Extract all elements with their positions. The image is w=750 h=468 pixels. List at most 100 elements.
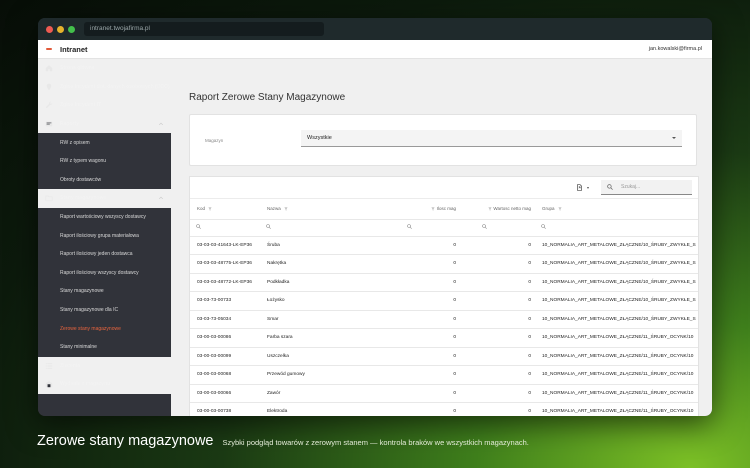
column-header-grupa[interactable]: Grupa [535, 199, 698, 220]
table-cell-grupa: 10_NORMALIA_ART_METALOWE_ZŁĄCZNE/11_ŚRUB… [535, 365, 698, 385]
table-row[interactable]: 03-00-03-00099 Uszczelka 0 0 10_NORMALIA_ART… [190, 347, 698, 366]
search-icon [482, 224, 487, 229]
column-header-label: Kod [197, 206, 206, 212]
search-icon [407, 224, 412, 229]
table-row[interactable]: 03-00-03-00086 Farba szara 0 0 10_NORMALIA_A… [190, 328, 698, 348]
filter-panel: Magazyn Wszystkie [189, 114, 697, 166]
user-email[interactable]: jan.kowalski@firma.pl [649, 46, 702, 52]
browser-titlebar: intranet.twojafirma.pl [38, 18, 712, 40]
sidebar-item-raport-wartosciowy-wszyscy-dostawcy[interactable]: Raport wartościowy wszyscy dostawcy [38, 208, 171, 227]
minimize-window-button[interactable] [57, 25, 64, 33]
sidebar-item-raport-ilosciowy-wszyscy-dostawcy[interactable]: Raport ilościowy wszyscy dostawcy [38, 264, 171, 283]
close-window-button[interactable] [46, 25, 53, 33]
sidebar-item-stany-minimalne[interactable]: Stany minimalne [38, 338, 171, 357]
column-header-wartosc-netto-mag[interactable]: Wartosc netto mag [460, 199, 535, 220]
filter-icon[interactable] [431, 207, 436, 211]
table-row[interactable]: 03-03-03-48775-LK-EP36 Nakrętka 0 0 10_NORMA… [190, 254, 698, 274]
filter-icon[interactable] [284, 207, 288, 211]
column-filter-wartosc-netto-mag[interactable] [460, 219, 535, 237]
sidebar-item-label: Strona główna [60, 65, 95, 72]
table-cell-wartosc-netto-mag: 0 [460, 273, 535, 292]
sidebar-item-strona-glowna[interactable]: Strona główna [38, 59, 171, 78]
column-filter-ilosc-mag[interactable] [395, 219, 460, 237]
table-cell-ilosc-mag: 0 [395, 254, 460, 274]
address-bar[interactable]: intranet.twojafirma.pl [84, 22, 324, 36]
sidebar-item-wydanie-z-magazynu[interactable]: Wydanie z magazynu [38, 375, 171, 394]
table-row[interactable]: 03-03-03-41643-LK-EP36 Śruba 0 0 10_NORMALIA… [190, 236, 698, 255]
warehouse-select[interactable]: Wszystkie [301, 130, 682, 147]
sidebar-item-zerowe-stany-magazynowe[interactable]: Zerowe stany magazynowe [38, 319, 171, 338]
column-header-label: Grupa [542, 206, 555, 212]
table-cell-grupa: 10_NORMALIA_ART_METALOWE_ZŁĄCZNE/10_ŚRUB… [535, 236, 698, 255]
filter-icon[interactable] [208, 207, 212, 211]
export-icon [577, 184, 582, 191]
sidebar-item-stany-magazynowe[interactable]: Stany magazynowe [38, 282, 171, 301]
sidebar-item-raport-ilosciowy-grupa-materialowa[interactable]: Raport ilościowy grupa materiałowa [38, 226, 171, 245]
column-header-kod[interactable]: Kod [190, 199, 260, 220]
location-pin-icon [45, 83, 53, 91]
column-filter-nazwa[interactable] [260, 219, 395, 237]
caption-title: Zerowe stany magazynowe [37, 433, 214, 449]
sidebar-item-label: Wydanie z magazynu [60, 381, 111, 388]
table-row[interactable]: 03-03-73-00733 Łożysko 0 0 10_NORMALIA_ART_M… [190, 291, 698, 311]
table-cell-ilosc-mag: 0 [395, 365, 460, 385]
sidebar-item-stany-magazynowe[interactable]: Stany magazynowe [38, 189, 171, 208]
column-header-ilosc-mag[interactable]: Ilosc mag [395, 199, 460, 220]
table-cell-ilosc-mag: 0 [395, 328, 460, 348]
table-row[interactable]: 03-03-03-48772-LK-EP36 Podkładka 0 0 10_NORM… [190, 273, 698, 292]
sidebar-item-zglos-incydent-it[interactable]: Zgłoś incydent IT [38, 96, 171, 115]
search-input[interactable]: Szukaj... [601, 180, 692, 195]
table-cell-nazwa: Farba szara [260, 328, 395, 348]
table-cell-grupa: 10_NORMALIA_ART_METALOWE_ZŁĄCZNE/10_ŚRUB… [535, 291, 698, 311]
sidebar-item-obroty-dostawcow[interactable]: Obroty dostawców [38, 171, 171, 190]
table-row[interactable]: 03-00-03-00068 Przewód gumowy 0 0 10_NORMALI… [190, 365, 698, 385]
table-row[interactable]: 03-00-03-00738 Elektroda 0 0 10_NORMALIA_ART… [190, 402, 698, 416]
table-row[interactable]: 03-00-03-00066 Zawór 0 0 10_NORMALIA_ART_MET… [190, 384, 698, 403]
warehouse-filter-label: Magazyn [205, 138, 224, 143]
sidebar-item-rw-z-opisem[interactable]: RW z opisem [38, 133, 171, 152]
app-header: Intranet jan.kowalski@firma.pl [38, 40, 712, 59]
table-cell-kod: 03-00-03-00086 [190, 328, 260, 348]
sidebar-item-rw-z-typem-wagonu[interactable]: RW z typem wagonu [38, 152, 171, 171]
sidebar-item-stany-magazynowe-dla-ic[interactable]: Stany magazynowe dla IC [38, 301, 171, 320]
table-cell-wartosc-netto-mag: 0 [460, 328, 535, 348]
sidebar-item-label: RW z opisem [60, 139, 90, 146]
sidebar-item-label: Stany minimalne [60, 344, 97, 351]
sidebar-item-label: RW z typem wagonu [60, 158, 107, 165]
export-button[interactable] [576, 184, 589, 191]
table-cell-nazwa: Przewód gumowy [260, 365, 395, 385]
wrench-icon [45, 101, 53, 109]
caption: Zerowe stany magazynowe Szybki podgląd t… [37, 433, 529, 449]
sidebar-item-label: Raport ilościowy grupa materiałowa [60, 232, 139, 239]
column-filter-kod[interactable] [190, 219, 260, 237]
table-cell-kod: 03-00-03-00068 [190, 365, 260, 385]
report-icon [45, 120, 53, 128]
table-cell-wartosc-netto-mag: 0 [460, 291, 535, 311]
table-cell-kod: 03-00-03-00066 [190, 384, 260, 403]
filter-icon[interactable] [558, 207, 562, 211]
search-icon [266, 224, 271, 229]
column-filter-grupa[interactable] [535, 219, 698, 237]
search-icon [541, 224, 546, 229]
folder-icon [45, 194, 53, 202]
maximize-window-button[interactable] [68, 25, 75, 33]
main-content: Raport Zerowe Stany Magazynowe Magazyn W… [171, 59, 712, 416]
sidebar-item-zlecenia[interactable]: Zlecenia [38, 356, 171, 376]
search-icon [607, 184, 613, 190]
table-cell-ilosc-mag: 0 [395, 291, 460, 311]
sidebar-item-label: Stany magazynowe [60, 288, 104, 295]
sidebar-item-label: Stany magazynowe dla IC [60, 307, 119, 314]
sidebar-item-zglos-incydent-dot-danych-osobowych-odo[interactable]: Zgłoś incydent dot. danych osobowych (OD… [38, 77, 171, 97]
table-cell-kod: 03-00-03-00738 [190, 402, 260, 416]
table-cell-nazwa: Nakrętka [260, 254, 395, 274]
sidebar-item-raporty[interactable]: Raporty [38, 114, 171, 134]
table-cell-ilosc-mag: 0 [395, 236, 460, 255]
sidebar-item-raport-ilosciowy-jeden-dostawca[interactable]: Raport ilościowy jeden dostawca [38, 245, 171, 264]
home-icon [45, 64, 53, 72]
column-header-nazwa[interactable]: Nazwa [260, 199, 395, 220]
table-row[interactable]: 03-03-73-05034 Smar 0 0 10_NORMALIA_ART_META… [190, 310, 698, 329]
menu-icon[interactable] [46, 48, 52, 50]
filter-icon[interactable] [488, 207, 492, 211]
sidebar: Strona główna Zgłoś incydent dot. danych … [38, 59, 171, 416]
table-cell-kod: 03-00-03-00099 [190, 347, 260, 366]
